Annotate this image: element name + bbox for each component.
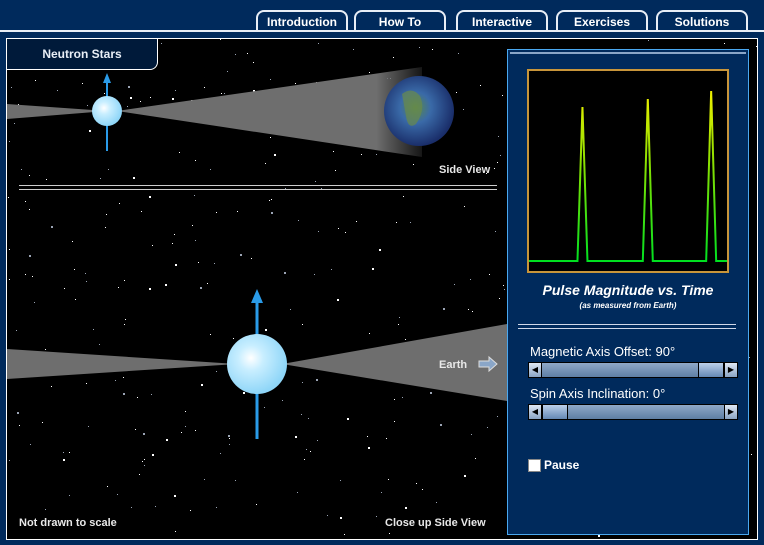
slider-left-arrow-icon[interactable]: ◀ [529, 363, 542, 377]
beam-left-top [7, 104, 107, 119]
spin-inclination-label: Spin Axis Inclination: 0° [530, 386, 666, 401]
pulse-graph-svg [529, 90, 727, 262]
simulation-stage: Neutron Stars Side View Earth Not drawn … [6, 38, 758, 540]
magnetic-offset-slider[interactable]: ◀ ▶ [528, 362, 738, 378]
axis-arrow-bottom-icon [251, 289, 263, 303]
control-panel: Pulse Magnitude vs. Time (as measured fr… [507, 49, 749, 535]
graph-title: Pulse Magnitude vs. Time [542, 282, 714, 298]
spin-inclination-slider[interactable]: ◀ ▶ [528, 404, 738, 420]
panel-divider-top [518, 324, 736, 325]
panel-divider-bottom [518, 328, 736, 329]
tab-interactive[interactable]: Interactive [456, 10, 548, 32]
pulse-line [529, 90, 727, 262]
scene-title: Neutron Stars [7, 39, 158, 70]
tab-solutions[interactable]: Solutions [656, 10, 748, 32]
graph-subtitle: (as measured from Earth) [579, 301, 677, 310]
beam-left-bottom [7, 349, 237, 379]
panel-top-bar [510, 52, 746, 54]
neutron-star-large [227, 334, 287, 394]
slider-right-arrow-icon[interactable]: ▶ [724, 405, 737, 419]
slider-left-arrow-icon[interactable]: ◀ [529, 405, 542, 419]
scene-divider-bottom [19, 189, 497, 190]
tab-introduction[interactable]: Introduction [256, 10, 348, 32]
magnetic-offset-label: Magnetic Axis Offset: 90° [530, 344, 676, 359]
earth-label: Earth [439, 359, 468, 371]
pause-checkbox-box[interactable] [528, 458, 541, 472]
axis-arrow-top-icon [103, 73, 111, 83]
not-to-scale-label: Not drawn to scale [19, 517, 117, 529]
magnetic-offset-thumb[interactable] [698, 363, 724, 377]
spin-inclination-thumb[interactable] [542, 405, 568, 419]
pulse-graph [527, 69, 729, 273]
scene-divider-top [19, 185, 497, 186]
neutron-star-small [92, 96, 122, 126]
pause-checkbox[interactable]: Pause [528, 458, 579, 472]
tab-underline [0, 30, 764, 32]
slider-right-arrow-icon[interactable]: ▶ [724, 363, 737, 377]
side-view-label: Side View [439, 164, 491, 176]
beam-right-top [117, 67, 422, 157]
close-up-label: Close up Side View [385, 517, 486, 529]
beam-right-bottom [282, 324, 507, 401]
tab-how-to[interactable]: How To [354, 10, 446, 32]
pause-label: Pause [544, 458, 580, 472]
tab-exercises[interactable]: Exercises [556, 10, 648, 32]
